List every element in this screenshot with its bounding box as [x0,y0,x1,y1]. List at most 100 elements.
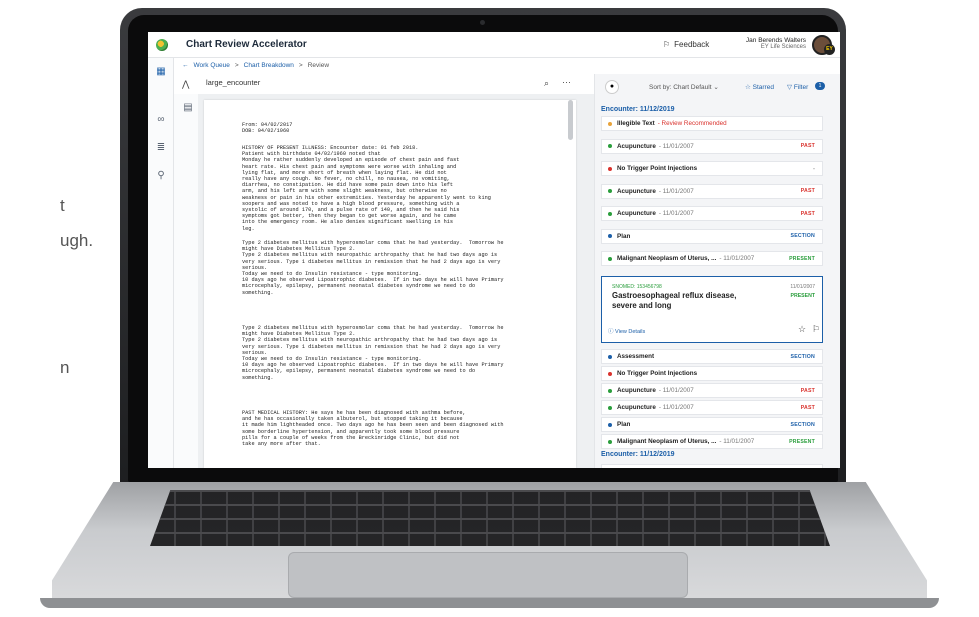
finding-label: Acupuncture [617,210,656,217]
finding-date: - 11/01/2007 [658,187,694,195]
finding-item[interactable]: AssessmentSECTION [601,464,823,468]
adobe-pdf-icon: ⋀ [182,79,190,89]
status-tag: - [813,165,815,172]
encounter-heading: Encounter: 11/12/2019 [601,451,675,458]
finding-label: Illegible Text [617,120,655,127]
chevron-down-icon: ⌄ [713,84,719,91]
finding-item[interactable]: Plan SECTION [601,228,823,244]
feedback-button[interactable]: ⚐ Feedback [663,40,709,49]
status-tag: PAST [800,210,815,217]
page-thumbnail-icon[interactable]: ▤ [182,102,194,114]
finding-item[interactable]: AssessmentSECTION [601,349,823,364]
status-dot-icon [608,388,612,393]
finding-label: Acupuncture [617,142,656,150]
org-badge: EY [824,44,835,55]
status-tag: PRESENT [790,293,815,299]
breadcrumb: ← Work Queue > Chart Breakdown > Review [182,62,329,69]
starred-label: Starred [752,84,774,91]
view-details-label: View Details [615,329,646,335]
finding-date: - 11/01/2007 [719,255,755,262]
info-icon: ⓘ [608,329,614,335]
finding-label: Malignant Neoplasm of Uterus, ... [617,255,717,262]
status-dot-icon [608,211,612,216]
status-tag: SECTION [790,233,815,239]
status-tag: PAST [800,188,815,194]
finding-item[interactable]: Illegible Text - Review Recommended [601,116,823,131]
encounter-heading: Encounter: 11/12/2019 [601,106,675,113]
finding-label: Assessment [617,353,655,360]
status-tag: PRESENT [789,438,815,445]
snomed-code: SNOMED: 153456798 [612,284,662,290]
flag-icon[interactable]: ⚐ [812,324,820,335]
document-toolbar: ⋀ large_encounter ⌕ ··· [174,74,580,94]
document-text-block: Type 2 diabetes mellitus with hyperosmol… [242,325,504,381]
status-dot-icon [608,121,612,126]
filter-label: Filter [793,84,809,91]
finding-item[interactable]: No Trigger Point Injections - [601,161,823,176]
user-name: Jan Berends Walters [745,37,806,44]
breadcrumb-separator: > [234,62,239,69]
status-dot-icon [608,144,612,148]
scene: t ugh. n Chart Review Accelerator ⚐ Feed… [0,0,979,617]
sort-dropdown[interactable]: Sort by: Chart Default ⌄ [649,83,719,91]
finding-date: - 11/01/2007 [658,142,694,150]
finding-item[interactable]: No Trigger Point Injections [601,366,823,381]
breadcrumb-item[interactable]: Work Queue [194,62,230,69]
app-title: Chart Review Accelerator [186,39,307,50]
search-icon[interactable]: ⌕ [544,78,549,89]
finding-item[interactable]: Acupuncture - 11/01/2007 PAST [601,383,823,398]
status-dot-icon [608,166,612,171]
finding-item[interactable]: Malignant Neoplasm of Uterus, ... - 11/01… [601,251,823,266]
filter-icon: ▽ [787,84,792,91]
laptop-foot [40,598,939,608]
finding-date: - 11/01/2007 [719,438,755,445]
findings-panel: ● Sort by: Chart Default ⌄ ☆ Starred ▽ F… [595,74,840,468]
status-tag: PRESENT [789,255,815,262]
network-icon[interactable]: ⚲ [155,170,167,182]
filter-button[interactable]: ▽ Filter [787,83,808,91]
finding-item[interactable]: Malignant Neoplasm of Uterus, ... - 11/01… [601,434,823,449]
document-text-block: Type 2 diabetes mellitus with hyperosmol… [242,240,504,296]
dashboard-icon[interactable]: ▦ [155,66,167,78]
webcam [480,20,485,25]
app-screen: Chart Review Accelerator ⚐ Feedback Jan … [148,32,840,468]
status-dot-icon [608,234,612,238]
panel-toolbar: ● Sort by: Chart Default ⌄ ☆ Starred ▽ F… [595,74,840,100]
person-icon[interactable]: ● [605,80,619,94]
breadcrumb-item[interactable]: Chart Breakdown [244,62,294,69]
keyboard-rows [150,490,830,546]
filter-count-badge: 1 [815,82,825,90]
document-text-block: From: 04/02/2017 DOB: 04/02/1960 [242,122,293,135]
finding-label: Plan [617,232,631,240]
document-page: From: 04/02/2017 DOB: 04/02/1960 HISTORY… [204,100,576,468]
background-text-fragment: t [60,196,65,215]
finding-date: - 11/01/2007 [658,387,694,394]
finding-item[interactable]: Acupuncture - 11/01/2007 PAST [601,206,823,221]
breadcrumb-item: Review [307,62,330,69]
background-text-fragment: ugh. [60,231,94,250]
back-arrow-icon[interactable]: ← [182,62,189,69]
finding-item[interactable]: Acupuncture - 11/01/2007 PAST [601,138,823,154]
status-tag: PAST [800,143,815,149]
more-options-icon[interactable]: ··· [562,77,571,87]
finding-item[interactable]: Acupuncture - 11/01/2007 PAST [601,183,823,199]
document-scrollbar[interactable] [568,100,573,140]
status-tag: SECTION [790,421,815,428]
status-dot-icon [608,256,612,261]
finding-item[interactable]: Acupuncture - 11/01/2007 PAST [601,400,823,415]
status-dot-icon [608,371,612,376]
status-dot-icon [608,354,612,359]
document-text-block: PAST MEDICAL HISTORY: He says he has bee… [242,410,504,448]
list-icon[interactable]: ≣ [155,142,167,154]
star-icon[interactable]: ☆ [798,324,806,335]
view-details-link[interactable]: ⓘ View Details [608,327,645,335]
finding-item[interactable]: Plan SECTION [601,417,823,432]
finding-date: 11/01/2007 [790,284,815,290]
selected-finding-card[interactable]: SNOMED: 153456798 11/01/2007 PRESENT Gas… [601,276,823,343]
finding-label: No Trigger Point Injections [617,165,698,172]
finding-date: - Review Recommended [657,120,727,127]
app-logo-icon [156,38,168,51]
thumbnail-column [174,94,198,468]
glasses-icon[interactable]: ∞ [155,114,167,126]
starred-toggle[interactable]: ☆ Starred [745,83,774,91]
